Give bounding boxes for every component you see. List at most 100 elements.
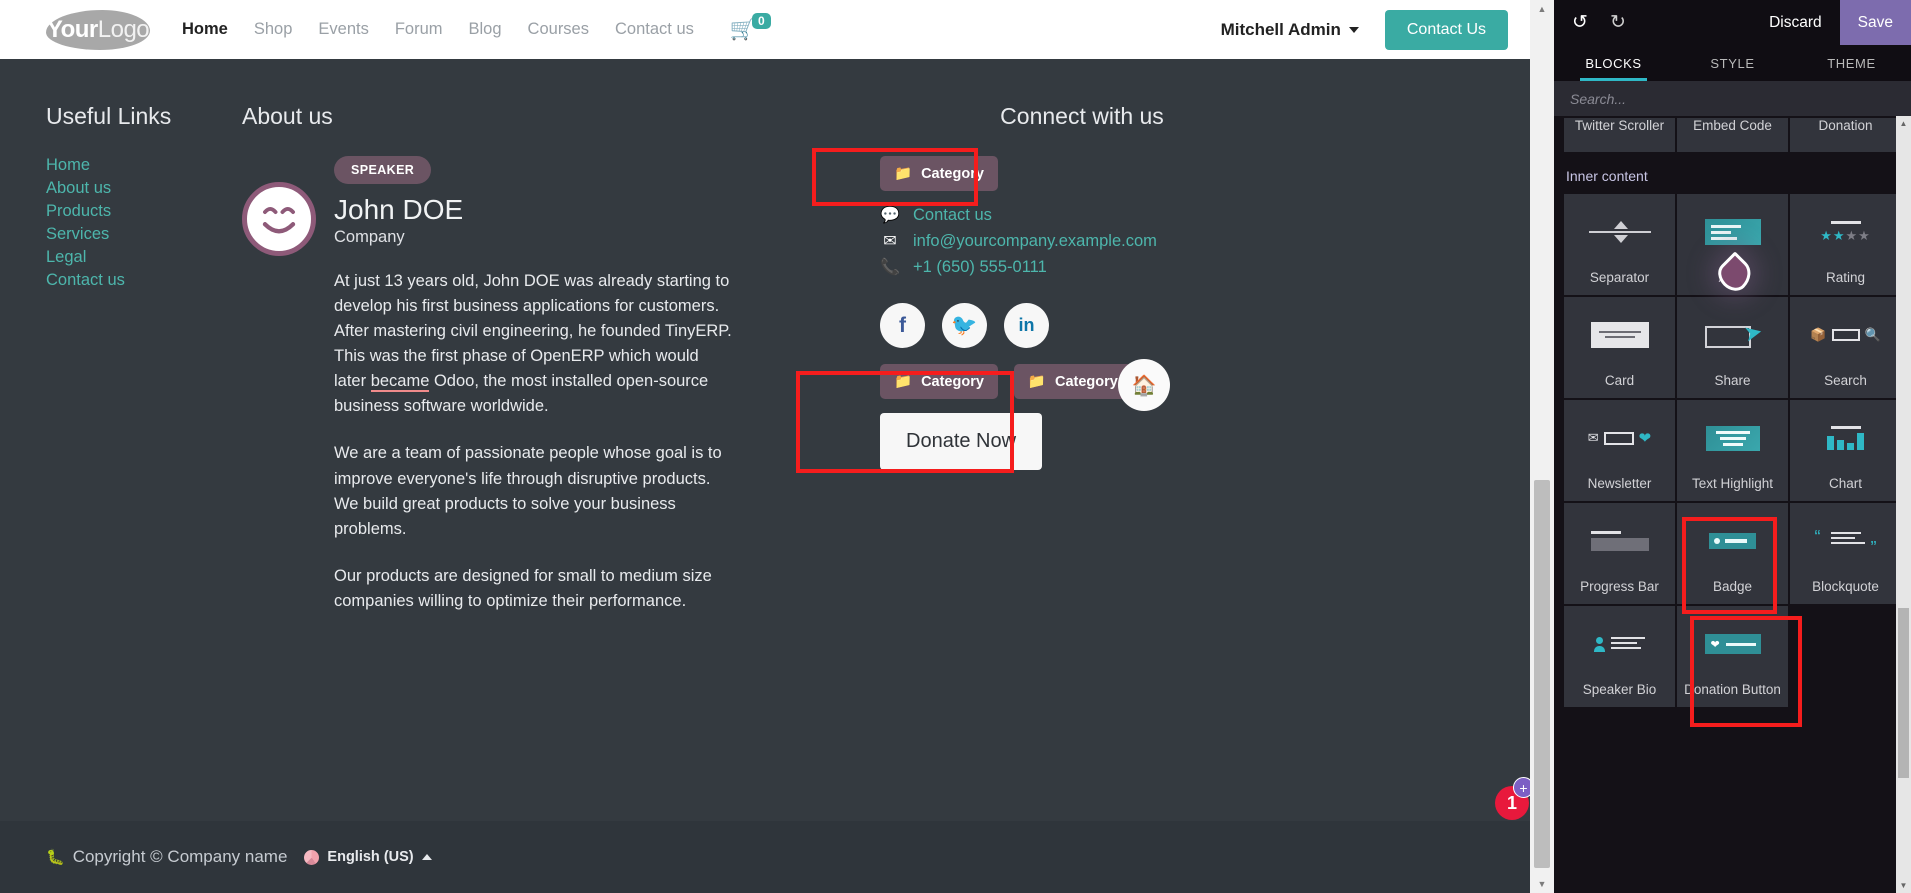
block-card[interactable]: Card [1564, 297, 1675, 398]
avatar [242, 182, 316, 256]
about-us-title: About us [242, 103, 842, 130]
navbar-right: Mitchell Admin Contact Us [1221, 10, 1508, 50]
block-embed-code[interactable]: Embed Code [1677, 118, 1788, 152]
footer-columns: Useful Links Home About us Products Serv… [46, 103, 1484, 614]
website-editor-panel: ↺ ↻ Discard Save BLOCKS STYLE THEME Sear… [1554, 0, 1911, 893]
connect-with-us-column: Connect with us 📁 Category 💬 Contact us [872, 103, 1292, 614]
twitter-icon[interactable]: 🐦 [942, 303, 987, 348]
useful-link-services[interactable]: Services [46, 225, 109, 243]
speaker-company: Company [334, 228, 734, 247]
block-newsletter[interactable]: ✉❤ Newsletter [1564, 400, 1675, 501]
donation-button-icon: ❤ [1677, 606, 1788, 682]
site-logo[interactable]: YourLogo [46, 10, 150, 50]
rating-icon: ★★★★ [1790, 194, 1901, 270]
block-twitter-scroller[interactable]: Twitter Scroller [1564, 118, 1675, 152]
speaker-details: SPEAKER John DOE Company At just 13 year… [334, 156, 734, 614]
block-separator[interactable]: Separator [1564, 194, 1675, 295]
nav-item-shop[interactable]: Shop [254, 20, 293, 39]
block-label: Rating [1826, 270, 1865, 287]
category-badge-label: Category [1055, 374, 1118, 390]
logo-light: Logo [98, 16, 149, 44]
block-label: Blockquote [1812, 579, 1879, 596]
save-button[interactable]: Save [1840, 0, 1911, 45]
section-label-inner-content: Inner content [1554, 152, 1911, 194]
editor-scrollbar[interactable]: ▲ ▼ [1896, 116, 1911, 893]
block-badge[interactable]: Badge [1677, 503, 1788, 604]
cart-button[interactable]: 🛒 0 [730, 19, 771, 40]
block-rating[interactable]: ★★★★ Rating [1790, 194, 1901, 295]
contact-us-button[interactable]: Contact Us [1385, 10, 1508, 50]
list-item: Products [46, 202, 242, 221]
block-search[interactable]: 📦🔍 Search [1790, 297, 1901, 398]
useful-link-products[interactable]: Products [46, 202, 111, 220]
contact-us-link[interactable]: Contact us [913, 206, 992, 225]
tab-theme[interactable]: THEME [1792, 45, 1911, 81]
donate-now-button[interactable]: Donate Now [880, 413, 1042, 470]
phone-link[interactable]: +1 (650) 555-0111 [913, 258, 1047, 277]
undo-icon[interactable]: ↺ [1572, 11, 1610, 34]
category-badge-top[interactable]: 📁 Category [880, 156, 998, 191]
copyright-bar: 🐛 Copyright © Company name English (US) [0, 821, 1530, 893]
block-share[interactable]: ➤ Share [1677, 297, 1788, 398]
nav-item-events[interactable]: Events [318, 20, 368, 39]
list-item: Home [46, 156, 242, 175]
chart-icon [1790, 400, 1901, 476]
category-badge-label: Category [921, 166, 984, 182]
linkedin-icon[interactable]: in [1004, 303, 1049, 348]
social-links: f 🐦 in [872, 303, 1292, 348]
speaker-name: John DOE [334, 194, 734, 226]
search-block-icon: 📦🔍 [1790, 297, 1901, 373]
block-blockquote[interactable]: “” Blockquote [1790, 503, 1901, 604]
block-text-highlight[interactable]: Text Highlight [1677, 400, 1788, 501]
footer-body: Useful Links Home About us Products Serv… [0, 59, 1530, 671]
facebook-icon[interactable]: f [880, 303, 925, 348]
tab-style[interactable]: STYLE [1673, 45, 1792, 81]
useful-link-contact-us[interactable]: Contact us [46, 271, 125, 289]
user-menu[interactable]: Mitchell Admin [1221, 20, 1359, 40]
contact-row-chat: 💬 Contact us [880, 205, 1292, 225]
category-badge-1[interactable]: 📁 Category [880, 364, 998, 399]
contact-list: 💬 Contact us ✉ info@yourcompany.example.… [872, 205, 1292, 277]
block-donation[interactable]: Donation [1790, 118, 1901, 152]
block-label: Donation [1818, 118, 1872, 135]
scroll-down-arrow-icon[interactable]: ▼ [1896, 878, 1911, 893]
home-icon[interactable]: 🏠 [1118, 359, 1170, 411]
discard-button[interactable]: Discard [1751, 14, 1840, 32]
plus-icon[interactable]: + [1513, 777, 1530, 798]
nav-item-home[interactable]: Home [182, 20, 228, 39]
scroll-up-arrow-icon[interactable]: ▲ [1530, 0, 1554, 18]
copyright-text: Copyright © Company name [73, 847, 288, 867]
email-link[interactable]: info@yourcompany.example.com [913, 232, 1157, 251]
nav-item-contact-us[interactable]: Contact us [615, 20, 694, 39]
scroll-down-arrow-icon[interactable]: ▼ [1530, 875, 1554, 893]
useful-link-legal[interactable]: Legal [46, 248, 86, 266]
nav-item-blog[interactable]: Blog [469, 20, 502, 39]
tab-blocks[interactable]: BLOCKS [1554, 45, 1673, 81]
folder-icon: 📁 [1028, 373, 1046, 390]
contact-row-email: ✉ info@yourcompany.example.com [880, 231, 1292, 251]
chevron-up-icon [422, 854, 432, 860]
block-label: Chart [1829, 476, 1862, 493]
page-scrollbar[interactable]: ▲ ▼ [1530, 0, 1554, 893]
search-input[interactable]: Search... [1554, 81, 1911, 116]
useful-link-about-us[interactable]: About us [46, 179, 111, 197]
list-item: About us [46, 179, 242, 198]
nav-item-forum[interactable]: Forum [395, 20, 443, 39]
block-label: Card [1605, 373, 1634, 390]
block-speaker-bio[interactable]: Speaker Bio [1564, 606, 1675, 707]
nav-item-courses[interactable]: Courses [528, 20, 589, 39]
category-badge-2[interactable]: 📁 Category [1014, 364, 1132, 399]
redo-icon[interactable]: ↻ [1610, 11, 1648, 34]
block-donation-button[interactable]: ❤ Donation Button [1677, 606, 1788, 707]
chevron-down-icon [1349, 27, 1359, 33]
scrollbar-thumb[interactable] [1534, 480, 1550, 868]
useful-link-home[interactable]: Home [46, 156, 90, 174]
website-preview: YourLogo Home Shop Events Forum Blog Cou… [0, 0, 1530, 893]
site-navbar: YourLogo Home Shop Events Forum Blog Cou… [0, 0, 1530, 59]
scrollbar-thumb[interactable] [1898, 608, 1909, 778]
block-label: Embed Code [1693, 118, 1772, 135]
block-chart[interactable]: Chart [1790, 400, 1901, 501]
language-selector[interactable]: English (US) [304, 849, 431, 865]
block-progress-bar[interactable]: Progress Bar [1564, 503, 1675, 604]
scroll-up-arrow-icon[interactable]: ▲ [1896, 116, 1911, 131]
